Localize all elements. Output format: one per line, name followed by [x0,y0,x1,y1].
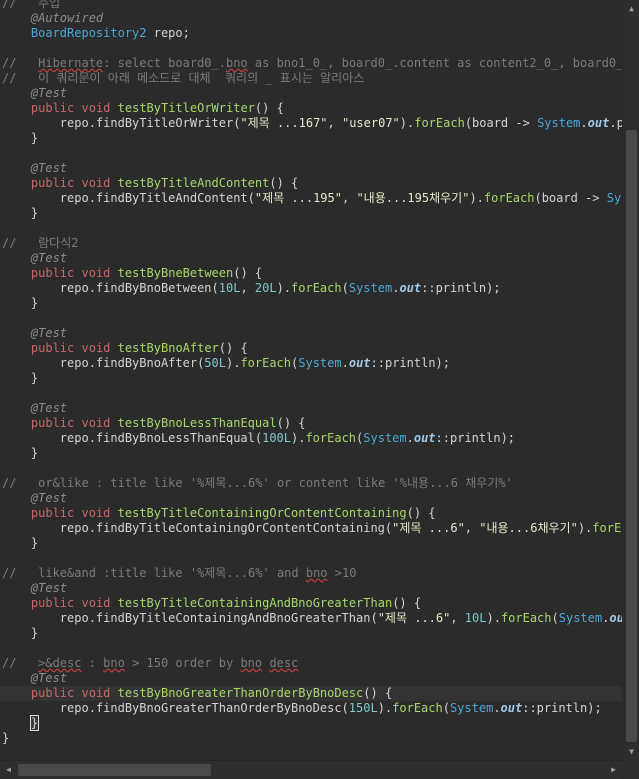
text-caret: } [29,715,40,731]
scrollbar-corner [622,760,639,778]
code-line: @Test [30,251,68,265]
code-line: // 주입 [2,0,61,10]
code-line: repo.findByTitleAndContent("제목 ...195", … [2,191,622,205]
code-editor[interactable]: // 주입 @Autowired BoardRepository2 repo; … [0,0,622,760]
code-line: // >&desc : bno > 150 order by bno desc [2,656,299,670]
scroll-left-icon[interactable]: ◀ [0,761,17,779]
code-line: // 람다식2 [2,236,79,250]
code-line: repo.findByBnoGreaterThanOrderByBnoDesc(… [2,701,602,715]
vertical-scroll-thumb[interactable] [626,130,637,742]
code-line: repo.findByTitleOrWriter("제목 ...167", "u… [2,116,622,130]
code-line: } [2,296,39,310]
code-line: @Autowired [30,11,104,25]
code-line: @Test [30,581,68,595]
code-line: repo.findByTitleContainingOrContentConta… [2,521,622,535]
current-code-line: public void testByBnoGreaterThanOrderByB… [0,686,622,701]
code-line: BoardRepository2 repo; [30,26,190,40]
code-line: @Test [30,161,68,175]
code-line: } [2,536,39,550]
horizontal-scroll-thumb[interactable] [18,764,211,776]
code-line: public void testByTitleContainingOrConte… [30,506,436,520]
code-line: // or&like : title like '%제목...6%' or co… [2,476,513,490]
code-line: } [2,731,10,745]
code-line: @Test [30,86,68,100]
code-line: public void testByBnoAfter() { [30,341,248,355]
scroll-down-icon[interactable]: ▼ [623,743,639,760]
code-line: } [2,446,39,460]
code-line: repo.findByBnoBetween(10L, 20L).forEach(… [2,281,501,295]
code-line: repo.findByTitleContainingAndBnoGreaterT… [2,611,622,625]
code-line: public void testByTitleContainingAndBnoG… [30,596,422,610]
code-line: } [2,131,39,145]
vertical-scrollbar[interactable]: ▲ ▼ [622,0,639,760]
scroll-right-icon[interactable]: ▶ [605,761,622,779]
code-line: // like&and :title like '%제목...6%' and b… [2,566,357,580]
code-line: // 이 쿼리문이 아래 메소드로 대체 쿼리의 _ 표시는 알리아스 [2,71,365,85]
scroll-up-icon[interactable]: ▲ [623,0,639,17]
code-line: } [2,206,39,220]
code-line: } [2,626,39,640]
code-line: @Test [30,401,68,415]
code-line: @Test [30,671,68,685]
code-line: repo.findByBnoLessThanEqual(100L).forEac… [2,431,516,445]
code-line: } [2,371,39,385]
code-line: public void testByBneBetween() { [30,266,263,280]
code-line: @Test [30,326,68,340]
code-line: } [2,715,40,731]
horizontal-scrollbar[interactable]: ◀ ▶ [0,760,622,779]
code-line: public void testByTitleOrWriter() { [30,101,284,115]
code-line: @Test [30,491,68,505]
code-line: repo.findByBnoAfter(50L).forEach(System.… [2,356,451,370]
code-line: // Hibernate: select board0_.bno as bno1… [2,56,622,70]
code-line: public void testByTitleAndContent() { [30,176,299,190]
code-line: public void testByBnoLessThanEqual() { [30,416,306,430]
